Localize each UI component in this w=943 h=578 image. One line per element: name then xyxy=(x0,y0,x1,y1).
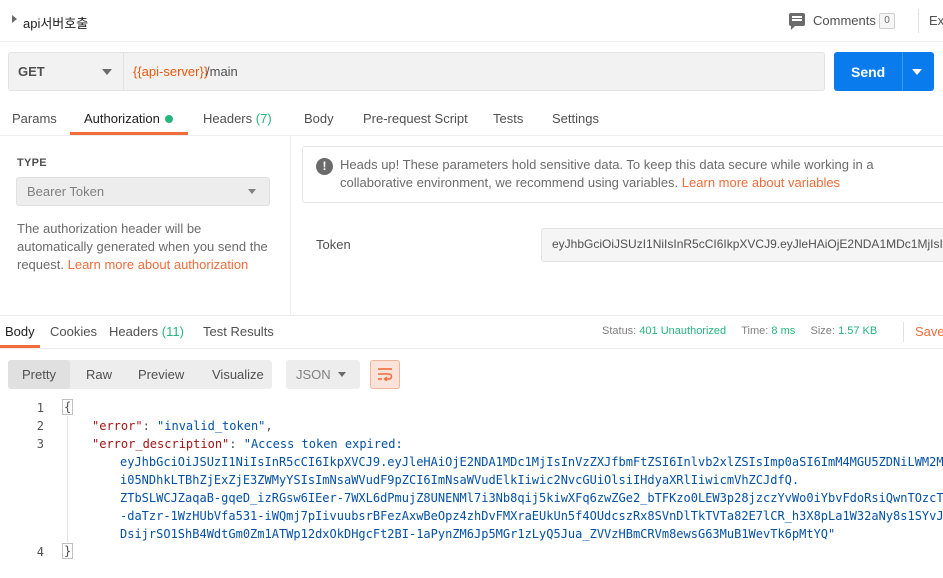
response-headers-count: (11) xyxy=(161,324,184,339)
collapse-caret-icon[interactable] xyxy=(12,15,17,23)
chevron-down-icon xyxy=(338,372,346,377)
token-line: eyJhbGciOiJSUzI1NiIsInR5cCI6IkpXVCJ9.eyJ… xyxy=(120,455,943,469)
request-title[interactable]: api서버호출 xyxy=(23,13,88,32)
error-key: "error" xyxy=(92,419,143,433)
tab-params[interactable]: Params xyxy=(12,111,57,126)
toolbar-divider xyxy=(918,9,919,33)
description-key: "error_description" xyxy=(92,437,230,451)
status-value[interactable]: 401 Unauthorized xyxy=(639,325,726,337)
line-number: 4 xyxy=(36,545,44,559)
error-value: "invalid_token" xyxy=(157,419,266,433)
response-tab-test-results[interactable]: Test Results xyxy=(203,324,274,339)
indent-guide xyxy=(67,416,68,542)
active-indicator-dot xyxy=(165,115,173,123)
send-label: Send xyxy=(851,64,886,80)
token-value: eyJhbGciOiJSUzI1NiIsInR5cCI6IkpXVCJ9.eyJ… xyxy=(552,237,943,251)
response-tab-cookies[interactable]: Cookies xyxy=(50,324,97,339)
tab-tests[interactable]: Tests xyxy=(493,111,523,126)
tab-authorization[interactable]: Authorization xyxy=(84,111,160,126)
tab-headers-label: Headers xyxy=(203,111,253,126)
learn-more-authorization-link[interactable]: Learn more about authorization xyxy=(68,257,249,272)
size-value[interactable]: 1.57 KB xyxy=(838,325,877,337)
response-meta: Status: 401 Unauthorized Time: 8 ms Size… xyxy=(602,325,877,337)
comments-button[interactable]: Comments xyxy=(813,13,876,28)
alert-text: Heads up! These parameters hold sensitiv… xyxy=(340,156,940,192)
token-label: Token xyxy=(316,237,351,252)
token-line: ZTbSLWCJZaqaB-gqeD_izRGsw6IEer-7WXL6dPmu… xyxy=(120,491,943,505)
url-variable: {{api-server}} xyxy=(133,64,209,79)
raw-button[interactable]: Raw xyxy=(86,367,112,382)
tab-headers[interactable]: Headers (7) xyxy=(203,111,272,126)
response-tab-body[interactable]: Body xyxy=(5,324,35,339)
active-response-tab-underline xyxy=(0,345,40,348)
send-options-chevron-icon[interactable] xyxy=(912,69,922,75)
chevron-down-icon xyxy=(102,69,112,75)
token-line: -daTzr-1WzHUbVfa531-iWQmj7pIivuubsrBFezA… xyxy=(120,509,943,523)
line-number: 1 xyxy=(36,401,44,415)
save-response-button[interactable]: Save xyxy=(915,324,943,339)
pretty-label: Pretty xyxy=(22,367,56,382)
url-path: /main xyxy=(206,64,238,79)
tab-body[interactable]: Body xyxy=(304,111,334,126)
code-line-error: "error": "invalid_token", xyxy=(92,419,273,433)
export-button[interactable]: Ex xyxy=(929,13,943,28)
comments-icon[interactable] xyxy=(789,13,805,30)
chevron-down-icon xyxy=(248,189,256,194)
alert-info-icon: ! xyxy=(316,158,333,175)
status-label: Status: xyxy=(602,325,637,337)
time-label: Time: xyxy=(741,325,769,337)
line-number: 2 xyxy=(36,419,44,433)
wrap-lines-icon xyxy=(378,368,393,381)
format-value: JSON xyxy=(296,367,331,382)
learn-more-variables-link[interactable]: Learn more about variables xyxy=(682,175,840,190)
time-value[interactable]: 8 ms xyxy=(771,325,795,337)
code-line-description: "error_description": "Access token expir… xyxy=(92,437,403,451)
response-divider xyxy=(903,322,904,342)
method-label: GET xyxy=(18,64,45,79)
response-tab-headers[interactable]: Headers (11) xyxy=(109,324,184,339)
line-number: 3 xyxy=(36,437,44,451)
tab-settings[interactable]: Settings xyxy=(552,111,599,126)
size-label: Size: xyxy=(810,325,835,337)
open-brace: { xyxy=(62,399,74,415)
visualize-button[interactable]: Visualize xyxy=(212,367,264,382)
send-split-divider xyxy=(902,52,903,91)
comments-count-badge: 0 xyxy=(879,13,895,29)
type-label: TYPE xyxy=(17,157,47,169)
tab-prerequest-script[interactable]: Pre-request Script xyxy=(363,111,468,126)
tab-headers-count: (7) xyxy=(255,111,272,126)
response-headers-label: Headers xyxy=(109,324,159,339)
description-prefix: "Access token expired: xyxy=(243,437,403,451)
auth-help-text: The authorization header will be automat… xyxy=(17,220,277,274)
token-line: i05NDhkLTBhZjExZjE3ZWMyYSIsImNsaWVudF9pZ… xyxy=(120,473,800,487)
close-brace: } xyxy=(62,543,74,559)
preview-button[interactable]: Preview xyxy=(138,367,184,382)
auth-type-value: Bearer Token xyxy=(27,184,105,199)
token-line: DsijrSO1ShB4WdtGm0Zm1ATWp12dxOkDHgcFt2BI… xyxy=(120,527,836,541)
